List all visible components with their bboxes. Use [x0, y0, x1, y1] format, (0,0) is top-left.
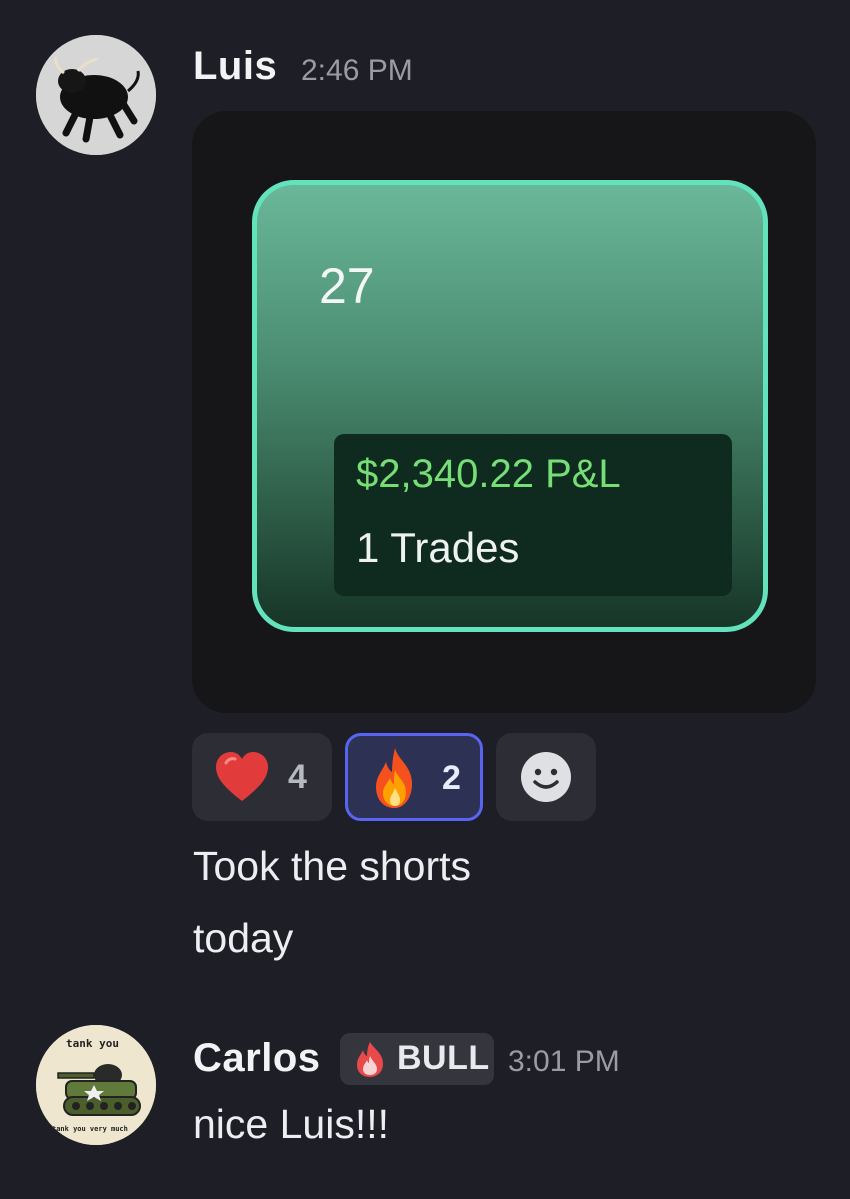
role-badge-label: BULL [397, 1039, 490, 1077]
reaction-count: 4 [288, 758, 307, 796]
pnl-calendar-card: 27 $2,340.22 P&L 1 Trades [252, 180, 768, 632]
fire-icon [376, 748, 412, 808]
pnl-day-number: 27 [319, 258, 375, 314]
message-timestamp: 2:46 PM [301, 54, 413, 87]
reaction-count: 2 [442, 759, 461, 797]
smiley-icon [521, 752, 571, 802]
pnl-amount: $2,340.22 P&L [356, 452, 621, 496]
author-name[interactable]: Luis [193, 44, 277, 89]
message-content-line: today [193, 915, 294, 961]
image-attachment[interactable]: 27 $2,340.22 P&L 1 Trades [192, 111, 816, 713]
reaction-heart[interactable]: 4 [192, 733, 332, 821]
pnl-summary-box: $2,340.22 P&L 1 Trades [334, 434, 732, 596]
flame-role-icon [357, 1042, 383, 1077]
role-badge[interactable]: BULL [340, 1033, 494, 1085]
bull-avatar-icon [36, 35, 156, 155]
heart-icon [216, 752, 268, 801]
message-content-line: Took the shorts [193, 843, 472, 889]
avatar-caption-bottom: tank you very much [52, 1125, 128, 1133]
add-reaction-button[interactable] [496, 733, 596, 821]
message-content-line: nice Luis!!! [193, 1101, 389, 1147]
author-name[interactable]: Carlos [193, 1036, 321, 1081]
avatar-caption-top: tank you [66, 1037, 119, 1050]
pnl-trade-count: 1 Trades [356, 524, 520, 571]
avatar[interactable]: tank you tank you very much [36, 1025, 156, 1145]
tank-avatar-icon: tank you tank you very much [36, 1025, 156, 1145]
avatar[interactable] [36, 35, 156, 155]
message-timestamp: 3:01 PM [508, 1045, 620, 1078]
reaction-fire[interactable]: 2 [345, 733, 483, 821]
